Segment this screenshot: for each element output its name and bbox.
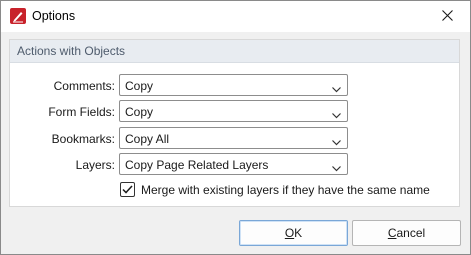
pdf-editor-app-icon — [10, 8, 26, 24]
layers-dropdown[interactable]: Copy Page Related Layers — [119, 153, 348, 175]
form-fields-label: Form Fields: — [48, 105, 115, 119]
comments-label: Comments: — [53, 79, 115, 93]
chevron-down-icon — [332, 108, 341, 119]
cancel-button[interactable]: Cancel — [352, 220, 461, 246]
layers-value: Copy Page Related Layers — [125, 158, 269, 172]
title-bar: Options — [1, 1, 470, 32]
chevron-down-icon — [332, 161, 341, 172]
bookmarks-label: Bookmarks: — [51, 132, 115, 146]
options-dialog: Options Actions with Objects Comments: C… — [0, 0, 471, 255]
cancel-label-rest: ancel — [396, 226, 426, 240]
chevron-down-icon — [332, 135, 341, 146]
ok-button[interactable]: OK — [239, 220, 348, 246]
bookmarks-value: Copy All — [125, 132, 170, 146]
close-icon — [442, 9, 453, 24]
comments-value: Copy — [125, 79, 154, 93]
form-fields-value: Copy — [125, 105, 154, 119]
close-button[interactable] — [425, 1, 470, 32]
actions-with-objects-group: Actions with Objects — [9, 39, 460, 207]
merge-layers-label[interactable]: Merge with existing layers if they have … — [141, 183, 430, 197]
group-header: Actions with Objects — [10, 40, 459, 63]
ok-mnemonic: O — [284, 226, 295, 240]
ok-label-rest: K — [294, 226, 303, 240]
bookmarks-dropdown[interactable]: Copy All — [119, 127, 348, 149]
comments-dropdown[interactable]: Copy — [119, 74, 348, 96]
layers-label: Layers: — [75, 158, 115, 172]
group-title: Actions with Objects — [17, 44, 126, 58]
chevron-down-icon — [332, 82, 341, 93]
form-fields-dropdown[interactable]: Copy — [119, 100, 348, 122]
merge-layers-checkbox[interactable] — [120, 182, 135, 197]
window-title: Options — [32, 9, 76, 23]
